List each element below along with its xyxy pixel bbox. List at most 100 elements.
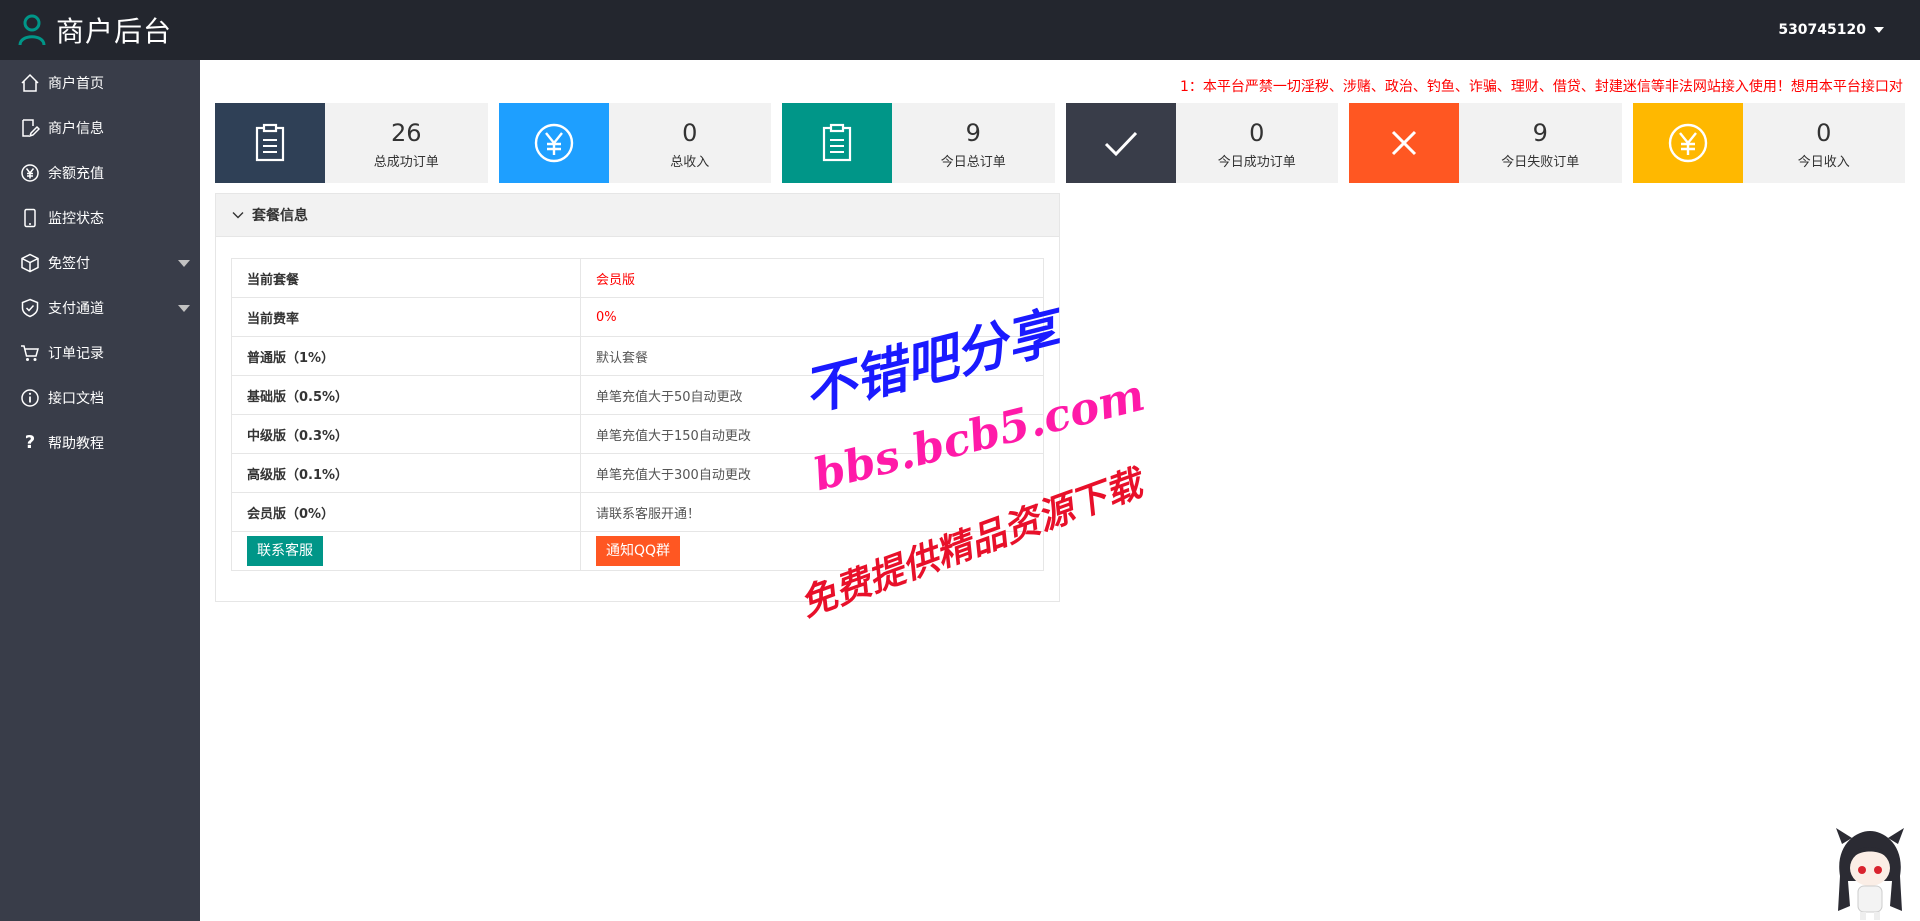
chevron-down-icon [232, 212, 244, 219]
table-cell-key: 当前费率 [231, 297, 581, 337]
stat-label: 今日失败订单 [1501, 154, 1580, 170]
notice-marquee: 1：本平台严禁一切淫秽、涉赌、政治、钓鱼、诈骗、理财、借贷、封建迷信等非法网站接… [1180, 79, 1903, 95]
sidebar-item-home[interactable]: 商户首页 [0, 60, 200, 105]
table-row: 中级版（0.3%） 单笔充值大于150自动更改 [231, 414, 1044, 454]
stat-icon-box [1349, 103, 1459, 183]
sidebar-item-monitor[interactable]: 监控状态 [0, 195, 200, 240]
sidebar-item-label: 支付通道 [48, 300, 104, 317]
stat-value: 0 [1249, 118, 1265, 147]
sidebar-item-label: 商户首页 [48, 75, 104, 92]
sidebar-item-api-docs[interactable]: 接口文档 [0, 375, 200, 420]
cart-icon [21, 344, 39, 361]
table-row: 普通版（1%） 默认套餐 [231, 336, 1044, 376]
stat-card-total-income: 0 总收入 [498, 103, 772, 183]
table-cell-key: 高级版（0.1%） [231, 453, 581, 493]
user-logo-icon [18, 14, 46, 46]
main-content: 1：本平台严禁一切淫秽、涉赌、政治、钓鱼、诈骗、理财、借贷、封建迷信等非法网站接… [200, 60, 1920, 921]
stat-value: 9 [965, 118, 981, 147]
table-row: 当前费率 0% [231, 297, 1044, 337]
table-cell-key: 会员版（0%） [231, 492, 581, 532]
table-row: 高级版（0.1%） 单笔充值大于300自动更改 [231, 453, 1044, 493]
stat-icon-box [782, 103, 892, 183]
table-cell-key: 当前套餐 [231, 258, 581, 298]
sidebar-item-label: 帮助教程 [48, 435, 104, 452]
sidebar-item-label: 订单记录 [48, 345, 104, 362]
yen-circle-icon [1668, 123, 1707, 163]
home-icon [21, 73, 39, 92]
sidebar-item-label: 商户信息 [48, 120, 104, 137]
sidebar-item-label: 余额充值 [48, 165, 104, 182]
stat-body: 9 今日失败订单 [1459, 103, 1622, 183]
user-menu[interactable]: 530745120 [1778, 0, 1884, 60]
close-icon [1391, 130, 1417, 156]
clipboard-icon [255, 123, 285, 162]
sidebar-item-payment-channel[interactable]: 支付通道 [0, 285, 200, 330]
username: 530745120 [1778, 22, 1866, 38]
yen-circle-icon [534, 123, 573, 163]
table-row-actions: 联系客服 通知QQ群 [231, 531, 1044, 571]
help-icon: ? [24, 432, 36, 453]
sidebar-item-merchant-info[interactable]: 商户信息 [0, 105, 200, 150]
sidebar-item-recharge[interactable]: 余额充值 [0, 150, 200, 195]
contact-support-button[interactable]: 联系客服 [247, 536, 323, 566]
stat-card-total-success-orders: 26 总成功订单 [215, 103, 488, 183]
stats-row: 26 总成功订单 0 总收入 9 今日总订单 0 今日成功订单 9 今日失败订单… [215, 103, 1905, 183]
table-cell-value: 默认套餐 [580, 336, 1044, 376]
stat-icon-box [215, 103, 325, 183]
stat-icon-box [1632, 103, 1743, 183]
stat-value: 9 [1532, 118, 1548, 147]
stat-body: 0 总收入 [609, 103, 772, 183]
package-info-panel: 套餐信息 当前套餐 会员版 当前费率 0% 普通版（1%） 默认套餐 基础版（0… [215, 193, 1060, 602]
table-cell-value: 单笔充值大于150自动更改 [580, 414, 1044, 454]
table-row: 基础版（0.5%） 单笔充值大于50自动更改 [231, 375, 1044, 415]
sidebar: 商户首页 商户信息 余额充值 监控状态 免签付 支付通道 订单记录 接口文档 ?… [0, 60, 200, 921]
table-row: 当前套餐 会员版 [231, 258, 1044, 298]
box-icon [21, 253, 39, 272]
stat-body: 9 今日总订单 [892, 103, 1055, 183]
sidebar-item-label: 接口文档 [48, 390, 104, 407]
stat-label: 总收入 [670, 154, 710, 170]
stat-icon-box [1065, 103, 1176, 183]
table-cell-value: 会员版 [580, 258, 1044, 298]
table-cell-key: 普通版（1%） [231, 336, 581, 376]
panel-title: 套餐信息 [252, 208, 308, 224]
stat-body: 0 今日收入 [1743, 103, 1906, 183]
phone-icon [24, 208, 36, 227]
info-icon [21, 388, 39, 407]
logo[interactable]: 商户后台 [0, 10, 238, 50]
panel-header[interactable]: 套餐信息 [216, 194, 1059, 237]
stat-body: 26 总成功订单 [325, 103, 488, 183]
yen-icon [21, 163, 39, 182]
app-title: 商户后台 [56, 15, 173, 48]
sidebar-item-orders[interactable]: 订单记录 [0, 330, 200, 375]
package-table: 当前套餐 会员版 当前费率 0% 普通版（1%） 默认套餐 基础版（0.5%） … [231, 258, 1044, 571]
sidebar-item-label: 监控状态 [48, 210, 104, 227]
edit-icon [22, 118, 40, 137]
stat-label: 今日收入 [1797, 154, 1850, 170]
stat-card-today-orders: 9 今日总订单 [782, 103, 1055, 183]
clipboard-icon [822, 123, 852, 162]
sidebar-item-help[interactable]: ? 帮助教程 [0, 420, 200, 465]
stat-label: 今日成功订单 [1217, 154, 1296, 170]
table-cell-value: 0% [580, 297, 1044, 337]
stat-body: 0 今日成功订单 [1176, 103, 1339, 183]
table-cell-value: 单笔充值大于50自动更改 [580, 375, 1044, 415]
stat-card-today-success-orders: 0 今日成功订单 [1065, 103, 1339, 183]
chevron-down-icon [1874, 27, 1884, 33]
chevron-down-icon [178, 260, 190, 267]
stat-icon-box [498, 103, 609, 183]
stat-label: 总成功订单 [373, 154, 439, 170]
sidebar-item-free-sign-pay[interactable]: 免签付 [0, 240, 200, 285]
mascot-avatar[interactable] [1830, 826, 1910, 921]
check-icon [1104, 131, 1137, 157]
table-cell-action: 联系客服 [231, 531, 581, 571]
stat-value: 0 [682, 118, 698, 147]
stat-label: 今日总订单 [940, 154, 1006, 170]
table-cell-key: 基础版（0.5%） [231, 375, 581, 415]
table-cell-value: 单笔充值大于300自动更改 [580, 453, 1044, 493]
notify-qq-group-button[interactable]: 通知QQ群 [596, 536, 681, 566]
top-header: 商户后台 530745120 [0, 0, 1920, 60]
table-cell-key: 中级版（0.3%） [231, 414, 581, 454]
table-cell-action: 通知QQ群 [580, 531, 1044, 571]
table-cell-value: 请联系客服开通！ [580, 492, 1044, 532]
